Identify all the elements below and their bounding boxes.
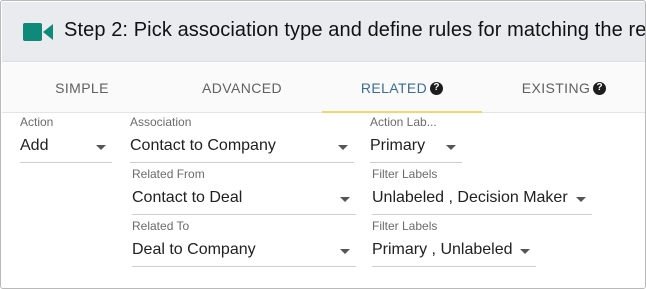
dropdown-caret-icon	[446, 145, 456, 150]
video-camera-icon	[23, 23, 53, 41]
filter-labels-value: Primary , Unlabeled	[372, 241, 513, 258]
related-to-value: Deal to Company	[132, 241, 256, 258]
filter-labels-value: Unlabeled , Decision Maker	[372, 189, 568, 206]
tab-simple[interactable]: SIMPLE	[2, 63, 162, 113]
related-from-label: Related From	[132, 167, 205, 181]
related-to-select[interactable]: Deal to Company	[132, 237, 356, 267]
action-value: Add	[20, 137, 49, 154]
tab-bar: SIMPLE ADVANCED RELATED ? EXISTING ?	[2, 63, 645, 113]
tab-existing-label: EXISTING	[521, 80, 591, 96]
help-icon[interactable]: ?	[430, 81, 444, 95]
tab-advanced[interactable]: ADVANCED	[162, 63, 322, 113]
action-label-value: Primary	[370, 137, 426, 154]
tab-simple-label: SIMPLE	[55, 80, 109, 96]
dropdown-caret-icon	[96, 145, 106, 150]
related-from-value: Contact to Deal	[132, 189, 243, 206]
dropdown-caret-icon	[576, 197, 586, 202]
tab-existing[interactable]: EXISTING ?	[482, 63, 645, 113]
tab-advanced-label: ADVANCED	[202, 80, 282, 96]
action-select[interactable]: Add	[20, 133, 112, 163]
help-icon[interactable]: ?	[593, 81, 607, 95]
filter-labels-select[interactable]: Primary , Unlabeled	[372, 237, 536, 267]
action-label-label: Action Lab...	[370, 115, 437, 129]
dropdown-caret-icon	[340, 249, 350, 254]
filter-labels-label: Filter Labels	[372, 219, 438, 233]
dialog-frame: Step 2: Pick association type and define…	[0, 0, 646, 289]
filter-labels-label: Filter Labels	[372, 167, 438, 181]
tab-related-label: RELATED	[360, 80, 428, 96]
step-title: Step 2: Pick association type and define…	[64, 19, 646, 41]
step-header: Step 2: Pick association type and define…	[2, 2, 646, 62]
association-select[interactable]: Contact to Company	[130, 133, 354, 163]
tab-related[interactable]: RELATED ?	[322, 63, 482, 113]
action-label-select[interactable]: Primary	[370, 133, 462, 163]
dropdown-caret-icon	[338, 145, 348, 150]
action-label: Action	[20, 115, 54, 129]
association-label: Association	[130, 115, 192, 129]
dropdown-caret-icon	[340, 197, 350, 202]
related-to-label: Related To	[132, 219, 190, 233]
related-from-select[interactable]: Contact to Deal	[132, 185, 356, 215]
dropdown-caret-icon	[520, 249, 530, 254]
filter-labels-select[interactable]: Unlabeled , Decision Maker	[372, 185, 592, 215]
association-value: Contact to Company	[130, 137, 276, 154]
rule-form: Action Add Association Contact to Compan…	[2, 113, 645, 288]
